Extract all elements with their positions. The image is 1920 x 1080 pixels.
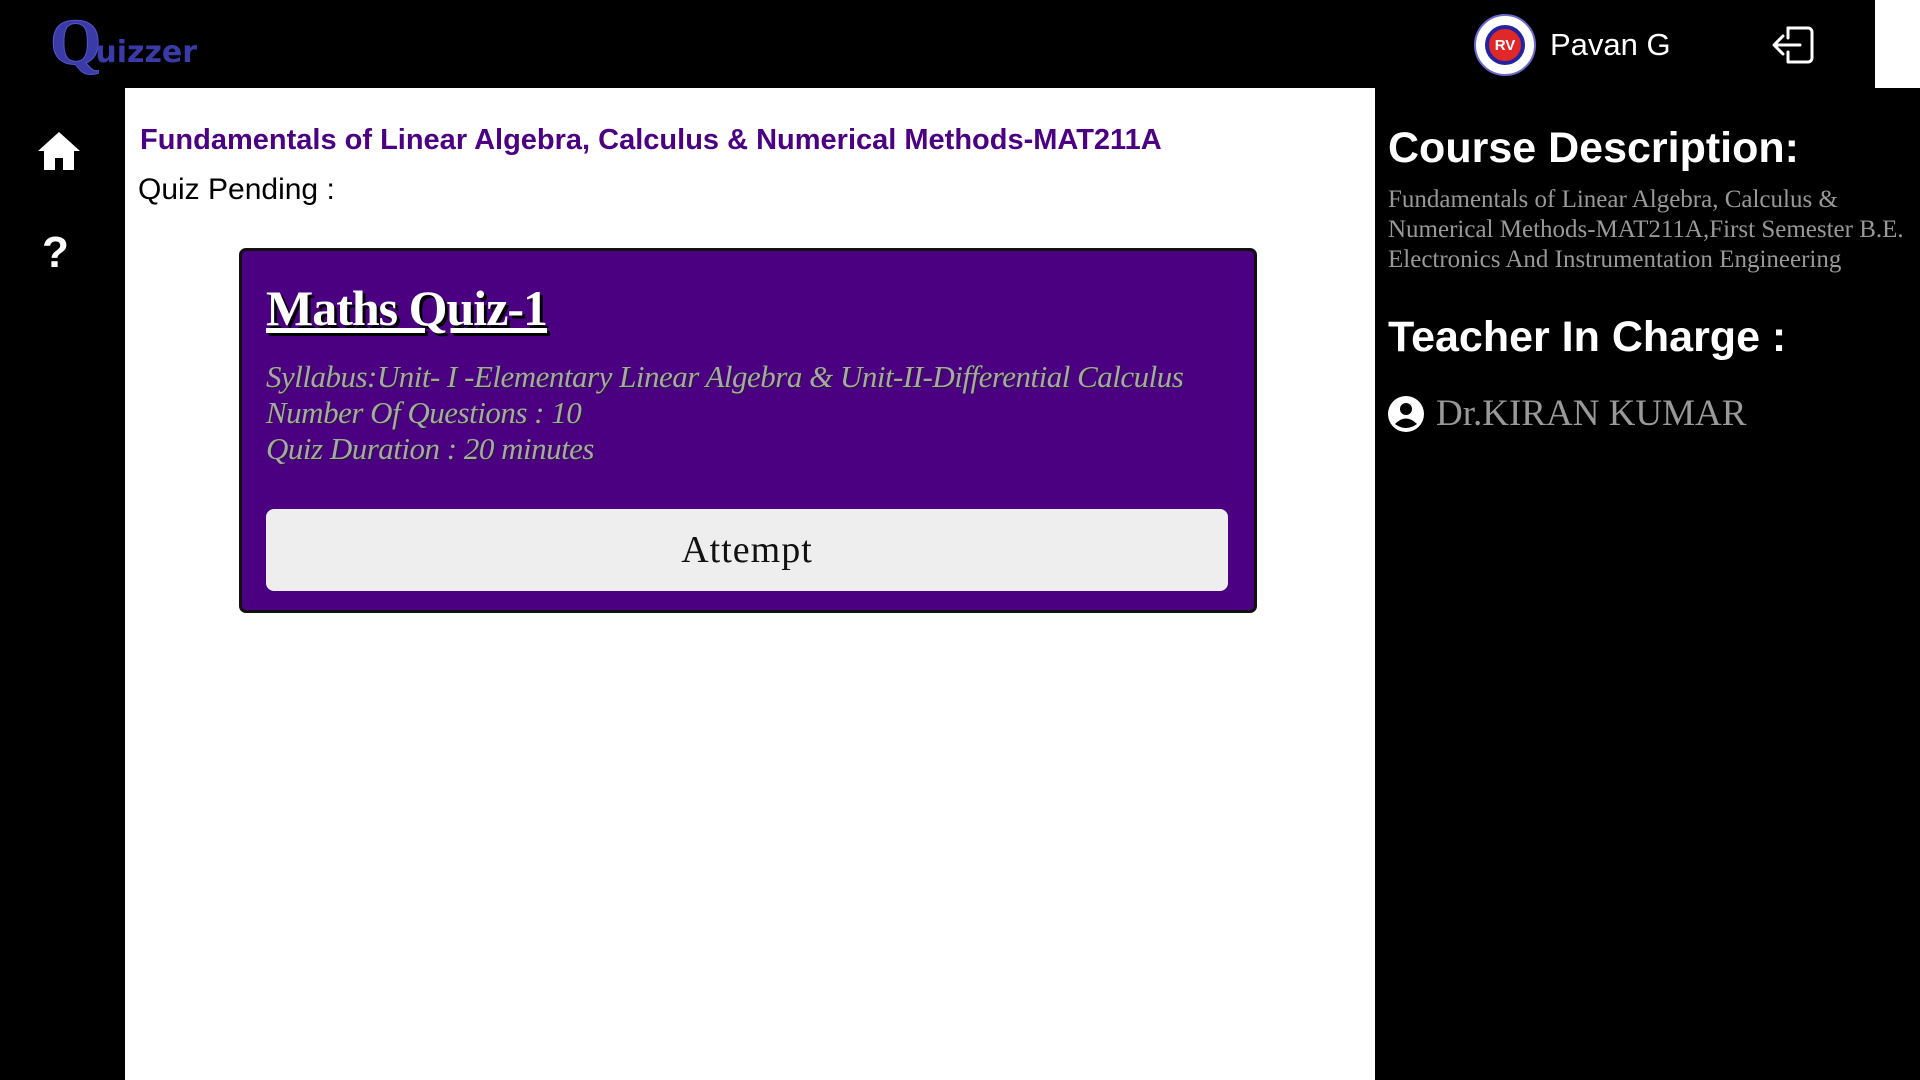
corner-panel [1875, 0, 1920, 88]
teacher-heading: Teacher In Charge : [1388, 313, 1787, 361]
quiz-syllabus: Syllabus:Unit- I -Elementary Linear Alge… [266, 359, 1184, 394]
course-description-heading: Course Description: [1388, 124, 1799, 172]
quiz-info: Syllabus:Unit- I -Elementary Linear Alge… [266, 359, 1184, 467]
user-name: Pavan G [1550, 27, 1671, 62]
user-circle-icon [1388, 395, 1424, 432]
logo-text: uizzer [95, 35, 198, 70]
institution-logo: RV [1474, 14, 1536, 76]
course-info-panel: Course Description: Fundamentals of Line… [1388, 124, 1920, 435]
course-title: Fundamentals of Linear Algebra, Calculus… [140, 124, 1162, 156]
course-description: Fundamentals of Linear Algebra, Calculus… [1388, 186, 1904, 273]
quiz-card: Maths Quiz-1 Syllabus:Unit- I -Elementar… [239, 248, 1257, 613]
quiz-duration: Quiz Duration : 20 minutes [266, 431, 595, 466]
main-content: Fundamentals of Linear Algebra, Calculus… [125, 88, 1375, 1080]
quizzer-logo[interactable]: Q uizzer [49, 6, 198, 79]
quiz-question-count: Number Of Questions : 10 [266, 395, 582, 430]
logo-q: Q [49, 6, 102, 79]
home-icon[interactable] [36, 130, 82, 172]
logout-icon[interactable] [1770, 22, 1816, 68]
user-profile[interactable]: RV Pavan G [1474, 14, 1671, 76]
institution-badge-text: RV [1485, 25, 1525, 65]
teacher-item: Dr.KIRAN KUMAR [1388, 392, 1920, 435]
quiz-title[interactable]: Maths Quiz-1 [266, 279, 548, 337]
attempt-button[interactable]: Attempt [266, 509, 1228, 591]
help-icon[interactable]: ? [42, 228, 69, 278]
top-header: Q uizzer RV Pavan G [0, 0, 1920, 88]
quiz-pending-label: Quiz Pending : [138, 173, 335, 206]
teacher-name: Dr.KIRAN KUMAR [1436, 393, 1747, 434]
